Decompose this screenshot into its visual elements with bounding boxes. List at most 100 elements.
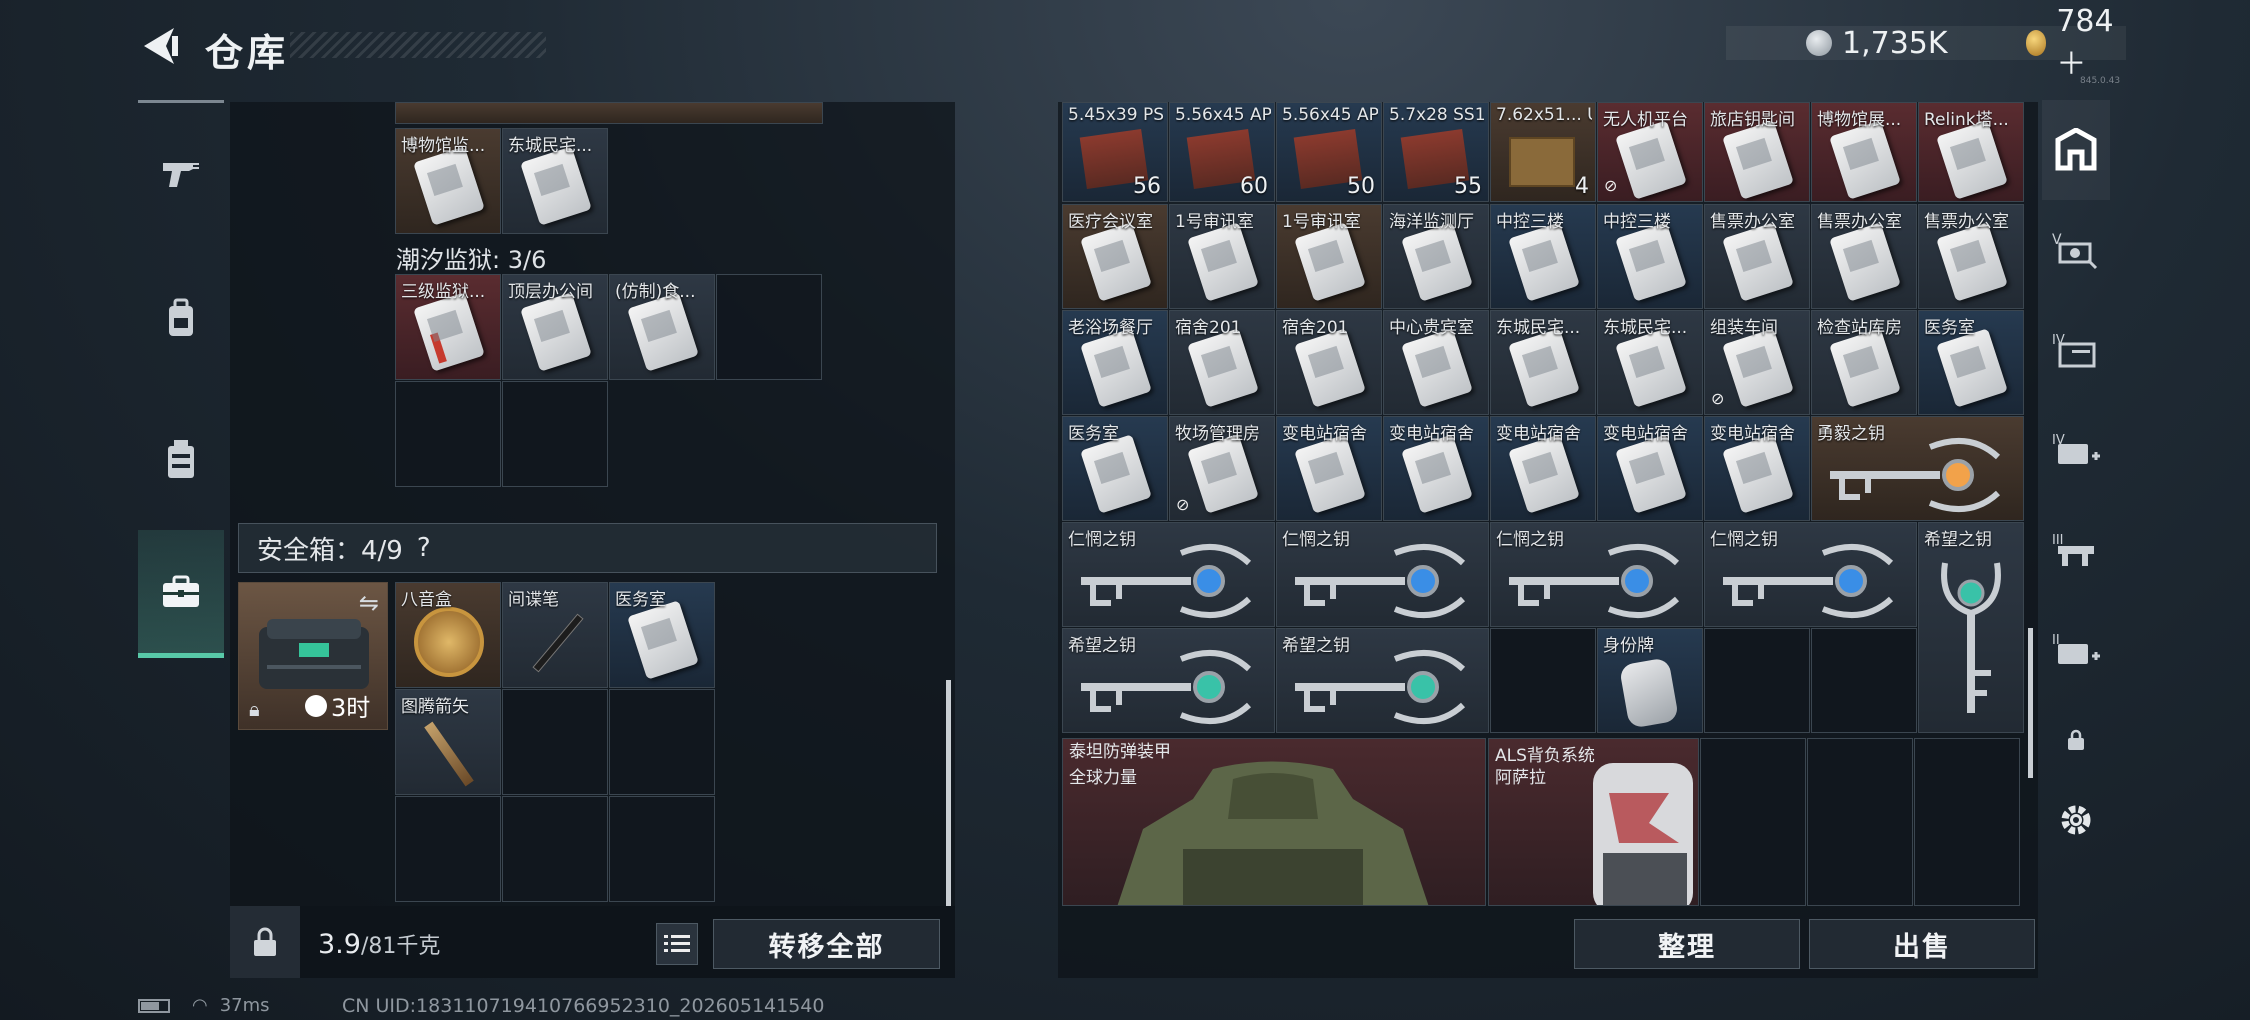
item-card-museum[interactable]: 博物馆监... (395, 128, 501, 234)
help-icon[interactable]: ? (417, 533, 431, 563)
stash-keycard[interactable]: 宿舍201 (1169, 310, 1275, 415)
stash-keycard[interactable]: 中控三楼 (1490, 204, 1596, 309)
empty-slot[interactable] (609, 689, 715, 795)
sell-button[interactable]: 出售 (1809, 919, 2035, 969)
empty-slot[interactable] (502, 796, 608, 902)
empty-slot[interactable] (395, 381, 501, 487)
stash-keycard[interactable]: 售票办公室 (1811, 204, 1917, 309)
empty-slot[interactable] (1704, 628, 1810, 733)
stash-keycard[interactable]: 变电站宿舍 (1704, 416, 1810, 521)
empty-slot[interactable] (502, 381, 608, 487)
item-spy-pen[interactable]: 间谍笔 (502, 582, 608, 688)
item-renwang-key[interactable]: 仁惘之钥 (1704, 522, 1917, 627)
empty-slot[interactable] (502, 689, 608, 795)
item-als-backpack[interactable]: ALS背负系统 阿萨拉 (1488, 738, 1699, 906)
nav-filter-iv-plus[interactable]: IV (2042, 400, 2110, 500)
transfer-all-button[interactable]: 转移全部 (713, 919, 940, 969)
stash-keycard[interactable]: 变电站宿舍 (1276, 416, 1382, 521)
stash-keycard[interactable]: 1号审讯室 (1169, 204, 1275, 309)
silver-amount: 1,735K (1842, 25, 1948, 61)
nav-filter-iv[interactable]: IV (2042, 300, 2110, 400)
item-card-infirmary[interactable]: 医务室 (609, 582, 715, 688)
item-totem-arrow[interactable]: 图腾箭矢 (395, 689, 501, 795)
stash-keycard[interactable]: 牧场管理房 ⊘ (1169, 416, 1275, 521)
empty-slot[interactable] (1811, 628, 1917, 733)
item-label: 变电站宿舍 (1710, 424, 1795, 444)
container-lock-button[interactable] (230, 906, 300, 978)
stash-item[interactable]: 博物馆展... (1811, 102, 1917, 202)
stash-item[interactable]: 旅店钥匙间 (1704, 102, 1810, 202)
item-hope-key[interactable]: 希望之钥 (1062, 628, 1275, 733)
stash-item[interactable]: Relink塔... (1918, 102, 2024, 202)
stash-keycard[interactable]: 东城民宅... (1597, 310, 1703, 415)
stash-keycard[interactable]: 海洋监测厅 (1383, 204, 1489, 309)
empty-slot[interactable] (1807, 738, 1913, 906)
swap-icon[interactable]: ⇋ (359, 589, 379, 617)
safebox-image[interactable]: ⇋ 🔒︎ 3时 (238, 582, 388, 730)
empty-slot[interactable] (609, 796, 715, 902)
item-hope-key[interactable]: 希望之钥 (1276, 628, 1489, 733)
item-card-east-house[interactable]: 东城民宅... (502, 128, 608, 234)
item-card-prison[interactable]: 三级监狱... (395, 274, 501, 380)
stash-keycard[interactable]: 售票办公室 (1704, 204, 1810, 309)
svg-text:III: III (2052, 533, 2064, 548)
stash-item[interactable]: 5.56x45 APC 50 (1276, 102, 1382, 202)
item-music-box[interactable]: 八音盒 (395, 582, 501, 688)
nav-filter-ii[interactable]: II (2042, 600, 2110, 700)
sort-button[interactable]: 整理 (1574, 919, 1800, 969)
item-dog-tag[interactable]: 身份牌 (1597, 628, 1703, 733)
stash-keycard[interactable]: 组装车间 ⊘ (1704, 310, 1810, 415)
item-renwang-key[interactable]: 仁惘之钥 (1490, 522, 1703, 627)
stash-keycard[interactable]: 老浴场餐厅 (1062, 310, 1168, 415)
item-titan-armor[interactable]: 泰坦防弹装甲 全球力量 (1062, 738, 1486, 906)
nav-filter-v[interactable]: V (2042, 200, 2110, 300)
list-view-button[interactable] (656, 923, 698, 965)
nav-chest-rig[interactable] (138, 396, 224, 524)
stash-item[interactable]: 5.56x45 APC 60 (1169, 102, 1275, 202)
stash-keycard[interactable]: 东城民宅... (1490, 310, 1596, 415)
stash-keycard[interactable]: 检查站库房 (1811, 310, 1917, 415)
silver-currency[interactable]: 1,735K (1806, 26, 1948, 61)
empty-slot[interactable] (1700, 738, 1806, 906)
briefcase-icon (163, 575, 199, 607)
nav-top-divider (138, 100, 224, 103)
stash-scrollbar[interactable] (2028, 628, 2033, 778)
stash-item[interactable]: 无人机平台 ⊘ (1597, 102, 1703, 202)
item-card-replica[interactable]: (仿制)食... (609, 274, 715, 380)
stash-keycard[interactable]: 医务室 (1062, 416, 1168, 521)
item-renwang-key[interactable]: 仁惘之钥 (1276, 522, 1489, 627)
empty-slot[interactable] (1490, 628, 1596, 733)
empty-slot[interactable] (716, 274, 822, 380)
stash-item[interactable]: 5.45x39 PS 56 (1062, 102, 1168, 202)
nav-locked[interactable] (2042, 700, 2110, 780)
nav-backpack[interactable] (138, 254, 224, 382)
nav-settings[interactable] (2042, 780, 2110, 860)
empty-slot[interactable] (395, 796, 501, 902)
left-scrollbar[interactable] (946, 680, 951, 906)
item-hope-key-vertical[interactable]: 希望之钥 (1918, 522, 2024, 733)
stash-keycard[interactable]: 1号审讯室 (1276, 204, 1382, 309)
item-card-top-office[interactable]: 顶层办公间 (502, 274, 608, 380)
stash-item[interactable]: 5.7x28 SS190SR 55 (1383, 102, 1489, 202)
stash-keycard[interactable]: 售票办公室 (1918, 204, 2024, 309)
back-arrow-icon[interactable] (138, 24, 180, 68)
left-category-nav (138, 100, 224, 668)
nav-weapons[interactable] (138, 110, 224, 238)
stash-keycard[interactable]: 中控三楼 (1597, 204, 1703, 309)
stash-keycard[interactable]: 中心贵宾室 (1383, 310, 1489, 415)
stash-keycard[interactable]: 宿舍201 (1276, 310, 1382, 415)
item-brave-key[interactable]: 勇毅之钥 (1811, 416, 2024, 521)
stash-keycard[interactable]: 医务室 (1918, 310, 2024, 415)
item-label: 仁惘之钥 (1710, 530, 1778, 550)
empty-slot[interactable] (1914, 738, 2020, 906)
nav-filter-iii[interactable]: III (2042, 500, 2110, 600)
nav-stash[interactable] (2042, 100, 2110, 200)
stash-keycard[interactable]: 变电站宿舍 (1490, 416, 1596, 521)
nav-safebox[interactable] (138, 530, 224, 658)
stash-keycard[interactable]: 变电站宿舍 (1597, 416, 1703, 521)
stash-keycard[interactable]: 医疗会议室 (1062, 204, 1168, 309)
gold-currency[interactable]: 784＋ (2025, 4, 2126, 83)
stash-keycard[interactable]: 变电站宿舍 (1383, 416, 1489, 521)
stash-item[interactable]: 7.62x51... UN 4 (1490, 102, 1596, 202)
item-renwang-key[interactable]: 仁惘之钥 (1062, 522, 1275, 627)
